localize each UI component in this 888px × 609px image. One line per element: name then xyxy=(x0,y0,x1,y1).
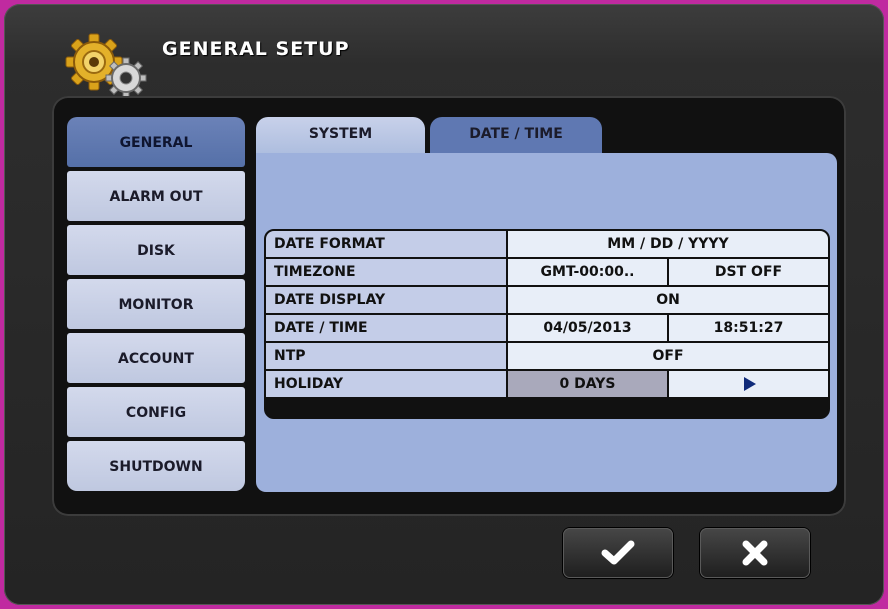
confirm-button[interactable] xyxy=(563,528,673,578)
sidebar-item-shutdown[interactable]: SHUTDOWN xyxy=(67,441,245,491)
timezone-label: TIMEZONE xyxy=(266,259,506,285)
tab-date-time[interactable]: DATE / TIME xyxy=(430,117,602,153)
table-row: TIMEZONE GMT-00:00.. DST OFF xyxy=(266,259,828,285)
date-format-select[interactable]: MM / DD / YYYY xyxy=(508,231,828,257)
gear-icon xyxy=(62,26,152,106)
date-format-label: DATE FORMAT xyxy=(266,231,506,257)
play-arrow-icon xyxy=(743,377,756,391)
sidebar-item-disk[interactable]: DISK xyxy=(67,225,245,275)
table-row: DATE FORMAT MM / DD / YYYY xyxy=(266,231,828,257)
table-row: HOLIDAY 0 DAYS xyxy=(266,371,828,397)
ntp-toggle[interactable]: OFF xyxy=(508,343,828,369)
settings-table: DATE FORMAT MM / DD / YYYY TIMEZONE GMT-… xyxy=(264,229,830,419)
table-row: DATE / TIME 04/05/2013 18:51:27 xyxy=(266,315,828,341)
sidebar-item-alarm-out[interactable]: ALARM OUT xyxy=(67,171,245,221)
table-row: DATE DISPLAY ON xyxy=(266,287,828,313)
date-display-label: DATE DISPLAY xyxy=(266,287,506,313)
ntp-label: NTP xyxy=(266,343,506,369)
sidebar-item-monitor[interactable]: MONITOR xyxy=(67,279,245,329)
sidebar-item-config[interactable]: CONFIG xyxy=(67,387,245,437)
time-field[interactable]: 18:51:27 xyxy=(669,315,828,341)
dst-toggle[interactable]: DST OFF xyxy=(669,259,828,285)
holiday-days-value: 0 DAYS xyxy=(508,371,667,397)
page-title: GENERAL SETUP xyxy=(162,38,350,60)
holiday-open-button[interactable] xyxy=(669,371,828,397)
date-field[interactable]: 04/05/2013 xyxy=(508,315,667,341)
holiday-label: HOLIDAY xyxy=(266,371,506,397)
cancel-button[interactable] xyxy=(700,528,810,578)
table-row: NTP OFF xyxy=(266,343,828,369)
sidebar-item-account[interactable]: ACCOUNT xyxy=(67,333,245,383)
date-display-toggle[interactable]: ON xyxy=(508,287,828,313)
checkmark-icon xyxy=(601,540,635,565)
timezone-select[interactable]: GMT-00:00.. xyxy=(508,259,667,285)
date-time-label: DATE / TIME xyxy=(266,315,506,341)
close-icon xyxy=(742,540,768,566)
sidebar-item-general[interactable]: GENERAL xyxy=(67,117,245,167)
tab-system[interactable]: SYSTEM xyxy=(256,117,425,153)
